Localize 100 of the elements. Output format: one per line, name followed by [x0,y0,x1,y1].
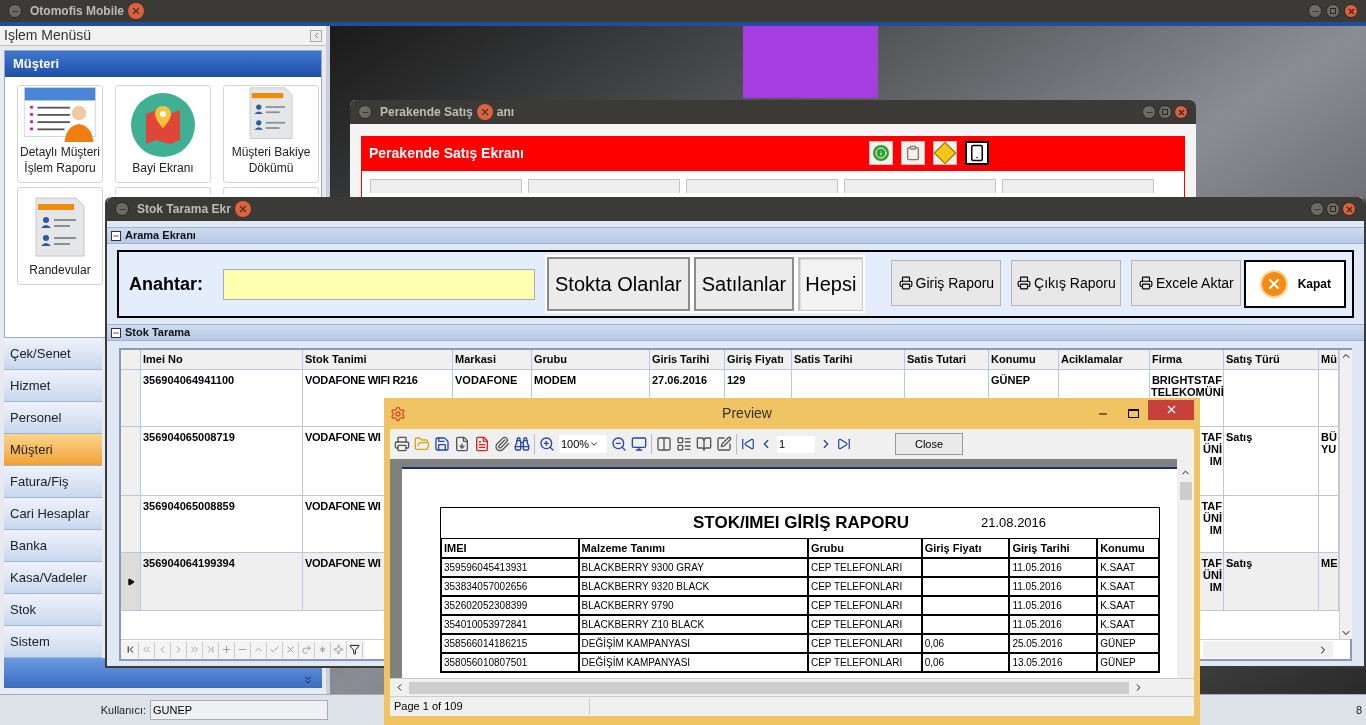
close-icon[interactable] [234,201,251,217]
column-header[interactable]: Giris Tarihi [650,350,725,369]
horizontal-scrollbar[interactable] [1203,641,1333,658]
filter-tab[interactable]: Stokta Olanlar [547,257,690,311]
scroll-thumb[interactable] [1179,482,1192,500]
column-header[interactable]: Konumu [989,350,1059,369]
nav-item[interactable]: Kasa/Vadeler [4,562,102,594]
key-input[interactable] [223,268,535,300]
report-button[interactable]: Giriş Raporu [891,260,1002,306]
menu-icon[interactable] [115,202,129,216]
row-header-cell[interactable] [121,370,141,426]
page-number-field[interactable]: 1 [777,435,815,453]
redo-icon[interactable] [299,641,315,658]
column-header[interactable]: Markasi [453,350,532,369]
column-header[interactable]: Satış Türü [1224,350,1319,369]
vertical-scrollbar[interactable] [1177,459,1194,678]
filter-tab[interactable]: Satılanlar [693,257,795,311]
sales-header-title: Perakende Satış Ekranı [369,143,525,163]
single-page-icon[interactable] [656,436,672,452]
column-header[interactable]: Grubu [532,350,650,369]
menu-icon[interactable] [358,105,372,119]
fullscreen-icon[interactable] [631,436,647,452]
column-header[interactable]: Satis Tutari [905,350,989,369]
nav-item[interactable]: Fatura/Fiş [4,466,102,498]
zoom-out-icon[interactable] [611,436,627,452]
row-header-cell[interactable] [121,427,141,495]
expand-icon[interactable] [302,674,314,686]
search-icon[interactable] [514,436,530,452]
save-icon[interactable] [434,436,450,452]
scroll-thumb[interactable] [409,681,1129,694]
nav-item[interactable]: Banka [4,530,102,562]
sales-panel-button[interactable] [844,179,996,193]
menu-tile[interactable]: Detaylı Müşteri İşlem Raporu [17,85,103,183]
grid-cell: Satış [1224,427,1319,495]
nav-item[interactable]: Personel [4,402,102,434]
menu-tile[interactable]: Bayi Ekranı [115,85,211,183]
vertical-scrollbar[interactable] [1339,350,1352,639]
info-icon[interactable] [869,141,893,165]
nav-item[interactable]: Çek/Senet [4,338,102,370]
minimize-icon[interactable] [1308,4,1322,18]
column-header[interactable]: Mü [1319,350,1339,369]
report-cell: GÜNEP [1097,634,1159,653]
zoom-dropdown[interactable]: 100% [559,435,607,453]
book-icon[interactable] [696,436,712,452]
app-title: Otomofis Mobile [30,3,124,20]
minimize-icon[interactable] [1310,202,1324,216]
nav-item[interactable]: Müşteri [4,434,102,466]
sales-panel-button[interactable] [528,179,680,193]
report-date: 21.08.2016 [981,514,1047,533]
close-icon[interactable] [476,104,493,120]
column-header[interactable]: Satis Tarihi [792,350,905,369]
menu-tile[interactable]: Randevular [17,187,103,285]
column-header[interactable]: Aciklamalar [1059,350,1150,369]
clipboard-icon[interactable] [901,141,925,165]
nav-item[interactable]: Sistem [4,626,102,658]
zoom-in-icon[interactable] [539,436,555,452]
report-button[interactable]: Çıkış Raporu [1011,260,1122,306]
column-header[interactable]: Giriş Fiyatı [725,350,792,369]
phone-icon[interactable] [965,141,989,165]
close-button[interactable]: Close [895,433,963,455]
menu-tile[interactable] [223,187,319,194]
collapse-icon[interactable] [111,327,121,338]
nav-item[interactable]: Stok [4,594,102,626]
printer-icon[interactable] [394,436,410,452]
sales-panel-button[interactable] [686,179,838,193]
sales-panel-button[interactable] [1002,179,1154,193]
row-header-cell[interactable] [121,553,141,610]
filter-tab[interactable]: Hepsi [798,257,864,311]
pdf-icon[interactable] [474,436,490,452]
close-icon[interactable] [128,3,144,19]
group-header: Müşteri [5,51,321,77]
sales-panel-button[interactable] [370,179,522,193]
export-icon[interactable] [454,436,470,452]
first-page-icon[interactable] [741,437,755,451]
nav-item[interactable]: Hizmet [4,370,102,402]
close-icon[interactable] [1344,4,1358,18]
last-page-icon[interactable] [837,437,851,451]
report-button[interactable]: Excele Aktar [1131,260,1242,306]
minimize-icon[interactable] [1142,105,1156,119]
collapse-icon[interactable] [111,230,121,241]
close-icon[interactable] [1342,202,1356,216]
warning-icon[interactable] [933,141,957,165]
close-button[interactable]: Kapat [1244,260,1347,308]
menu-tile[interactable]: Müşteri Bakiye Dökümü [223,85,319,183]
close-icon[interactable] [1174,105,1188,119]
horizontal-scrollbar[interactable] [390,679,1194,696]
edit-icon[interactable] [716,436,732,452]
nav-item[interactable]: Cari Hesaplar [4,498,102,530]
column-header[interactable]: Firma [1150,350,1224,369]
filter-icon[interactable] [347,641,363,658]
report-cell: 0,06 [921,634,1010,653]
attachment-icon[interactable] [494,436,510,452]
column-header[interactable]: Stok Tanimi [303,350,453,369]
row-header-cell[interactable] [121,496,141,552]
column-header[interactable]: Imei No [141,350,303,369]
current-row-icon [126,577,135,586]
menu-icon[interactable] [8,4,22,18]
check-icon[interactable] [267,641,283,658]
menu-tile[interactable] [115,187,211,194]
multi-page-icon[interactable] [676,436,692,452]
